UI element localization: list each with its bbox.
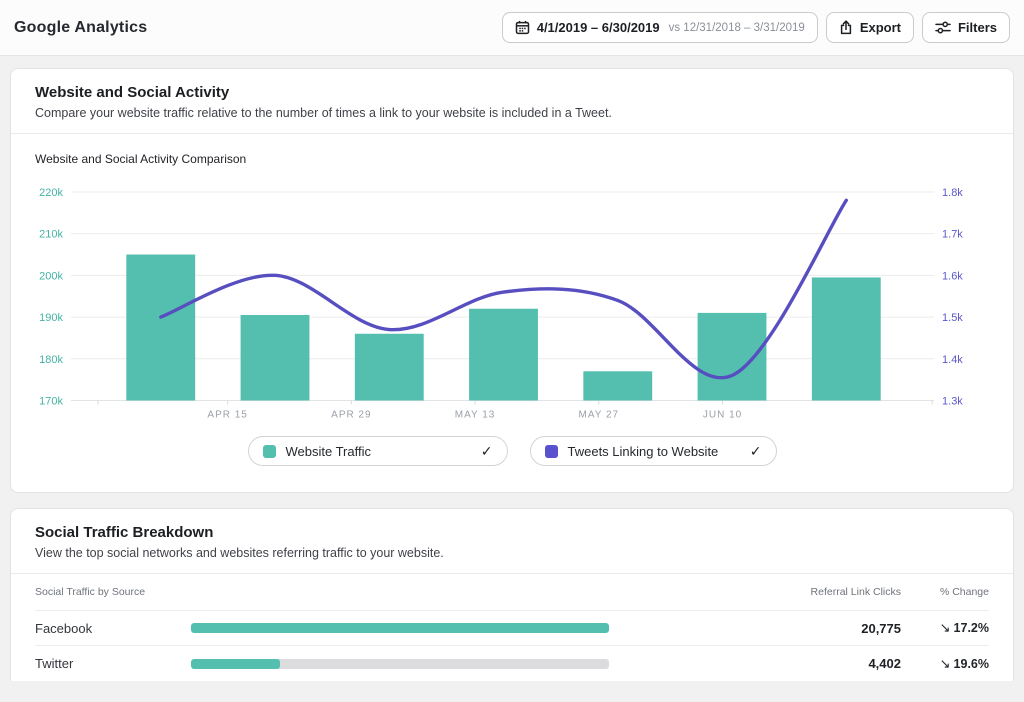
svg-text:MAY 13: MAY 13 (455, 409, 496, 420)
table-row-twitter[interactable]: Twitter 4,402 ↘19.6% (35, 646, 989, 681)
svg-text:1.3k: 1.3k (942, 395, 963, 407)
svg-text:180k: 180k (39, 354, 63, 366)
filters-icon (935, 21, 951, 34)
clicks-value: 20,775 (609, 621, 901, 636)
svg-text:190k: 190k (39, 312, 63, 324)
export-label: Export (860, 20, 901, 35)
date-range-primary: 4/1/2019 – 6/30/2019 (537, 20, 660, 35)
twitter-progress-fill (191, 659, 280, 669)
svg-text:210k: 210k (39, 229, 63, 241)
website-social-activity-card: Website and Social Activity Compare your… (10, 68, 1014, 493)
legend-label: Tweets Linking to Website (568, 444, 719, 459)
export-button[interactable]: Export (826, 12, 914, 43)
change-value: ↘17.2% (901, 620, 989, 636)
column-header-change: % Change (901, 586, 989, 598)
social-traffic-table: Social Traffic by Source Referral Link C… (11, 574, 1013, 681)
chart-legend: Website Traffic ✓ Tweets Linking to Webs… (35, 436, 989, 466)
clicks-value: 4,402 (609, 656, 901, 671)
svg-text:1.8k: 1.8k (942, 187, 963, 199)
svg-text:JUN 10: JUN 10 (703, 409, 742, 420)
column-header-source: Social Traffic by Source (35, 586, 191, 598)
filters-label: Filters (958, 20, 997, 35)
top-bar: Google Analytics 4/1/2019 – 6/30/2019 vs… (0, 0, 1024, 56)
export-icon (839, 20, 853, 35)
social-card-header: Social Traffic Breakdown View the top so… (11, 509, 1013, 574)
activity-combo-chart[interactable]: 220k 1.8k 210k 1.7k 200k 1.6k 190k 1.5k 180k 1.4k… (35, 168, 989, 426)
legend-toggle-tweets[interactable]: Tweets Linking to Website ✓ (530, 436, 777, 466)
date-range-button[interactable]: 4/1/2019 – 6/30/2019 vs 12/31/2018 – 3/3… (502, 12, 818, 43)
svg-text:220k: 220k (39, 187, 63, 199)
social-traffic-breakdown-card: Social Traffic Breakdown View the top so… (10, 508, 1014, 681)
svg-text:1.5k: 1.5k (942, 312, 963, 324)
trend-down-arrow-icon: ↘ (940, 620, 951, 635)
svg-text:1.6k: 1.6k (942, 270, 963, 282)
activity-chart-section: Website and Social Activity Comparison 2… (11, 152, 1013, 466)
filters-button[interactable]: Filters (922, 12, 1010, 43)
trend-down-arrow-icon: ↘ (940, 656, 951, 671)
legend-label: Website Traffic (286, 444, 372, 459)
checkmark-icon: ✓ (750, 443, 762, 460)
svg-text:1.4k: 1.4k (942, 354, 963, 366)
legend-toggle-website-traffic[interactable]: Website Traffic ✓ (248, 436, 508, 466)
table-header-row: Social Traffic by Source Referral Link C… (35, 574, 989, 611)
main-content: Website and Social Activity Compare your… (0, 68, 1024, 681)
table-row-facebook[interactable]: Facebook 20,775 ↘17.2% (35, 611, 989, 646)
social-card-description: View the top social networks and website… (35, 546, 989, 560)
svg-text:170k: 170k (39, 395, 63, 407)
checkmark-icon: ✓ (481, 443, 493, 460)
activity-card-title: Website and Social Activity (35, 84, 989, 101)
website-traffic-swatch (263, 445, 276, 458)
facebook-progress-fill (191, 623, 609, 633)
twitter-progress-bar (191, 659, 609, 669)
svg-text:MAY 27: MAY 27 (579, 409, 620, 420)
tweets-swatch (545, 445, 558, 458)
chart-title: Website and Social Activity Comparison (35, 152, 989, 166)
page-title: Google Analytics (14, 19, 147, 37)
facebook-progress-bar (191, 623, 609, 633)
topbar-actions: 4/1/2019 – 6/30/2019 vs 12/31/2018 – 3/3… (502, 12, 1010, 43)
date-range-comparison: vs 12/31/2018 – 3/31/2019 (669, 22, 805, 34)
activity-card-description: Compare your website traffic relative to… (35, 106, 989, 120)
social-card-title: Social Traffic Breakdown (35, 524, 989, 541)
column-header-clicks: Referral Link Clicks (609, 586, 901, 598)
svg-text:APR 29: APR 29 (331, 409, 371, 420)
svg-text:APR 15: APR 15 (207, 409, 247, 420)
activity-card-header: Website and Social Activity Compare your… (11, 69, 1013, 134)
change-value: ↘19.6% (901, 656, 989, 672)
source-label: Facebook (35, 621, 191, 636)
calendar-icon (515, 20, 530, 35)
source-label: Twitter (35, 656, 191, 671)
svg-text:1.7k: 1.7k (942, 229, 963, 241)
svg-text:200k: 200k (39, 270, 63, 282)
